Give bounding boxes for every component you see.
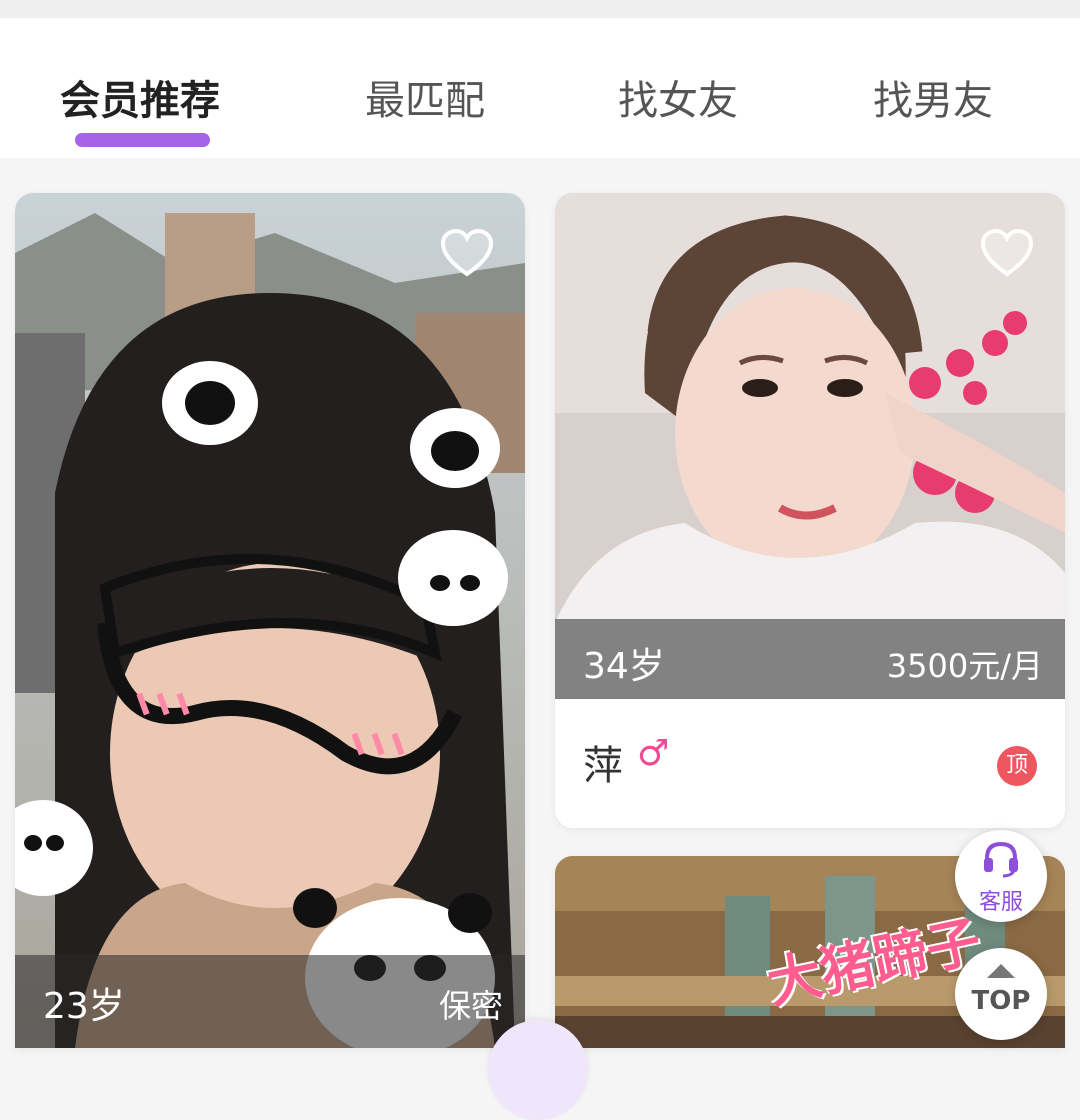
customer-service-label: 客服 bbox=[978, 890, 1023, 915]
tab-find-girlfriend[interactable]: 找女友 bbox=[618, 68, 738, 126]
back-to-top-button[interactable]: TOP bbox=[955, 948, 1047, 1040]
profile-name: 萍 bbox=[583, 743, 623, 789]
tab-find-boyfriend[interactable]: 找男友 bbox=[873, 68, 993, 126]
status-bar bbox=[0, 0, 1080, 18]
tab-best-match[interactable]: 最匹配 bbox=[365, 68, 485, 126]
profile-card[interactable]: 23岁 保密 bbox=[15, 193, 525, 1048]
active-tab-indicator bbox=[75, 133, 210, 147]
card-info-overlay: 34岁 3500元/月 bbox=[555, 619, 1065, 699]
headset-icon bbox=[984, 841, 1018, 878]
customer-service-button[interactable]: 客服 bbox=[955, 830, 1047, 922]
back-to-top-label: TOP bbox=[971, 986, 1031, 1016]
up-triangle-icon bbox=[987, 964, 1015, 978]
tab-bar: 会员推荐 最匹配 找女友 找男友 bbox=[0, 18, 1080, 158]
age-label: 23岁 bbox=[43, 986, 125, 1027]
income-label: 保密 bbox=[438, 987, 503, 1025]
card-info-overlay: 23岁 保密 bbox=[15, 955, 525, 1048]
heart-outline-icon[interactable] bbox=[440, 228, 494, 278]
bottom-action-button[interactable] bbox=[488, 1020, 588, 1120]
gender-icon: ♂ bbox=[637, 733, 670, 774]
profile-photo bbox=[15, 193, 525, 1048]
age-label: 34岁 bbox=[583, 646, 665, 687]
profile-card[interactable]: 34岁 3500元/月 萍 ♂ 顶 bbox=[555, 193, 1065, 828]
tab-member-recommend[interactable]: 会员推荐 bbox=[60, 68, 220, 126]
profile-grid: 23岁 保密 34岁 3500元/月 萍 ♂ 顶 大猪蹄子 客服 TOP bbox=[0, 158, 1080, 1120]
income-label: 3500元/月 bbox=[886, 647, 1043, 685]
top-badge: 顶 bbox=[997, 746, 1037, 786]
heart-outline-icon[interactable] bbox=[980, 228, 1034, 278]
